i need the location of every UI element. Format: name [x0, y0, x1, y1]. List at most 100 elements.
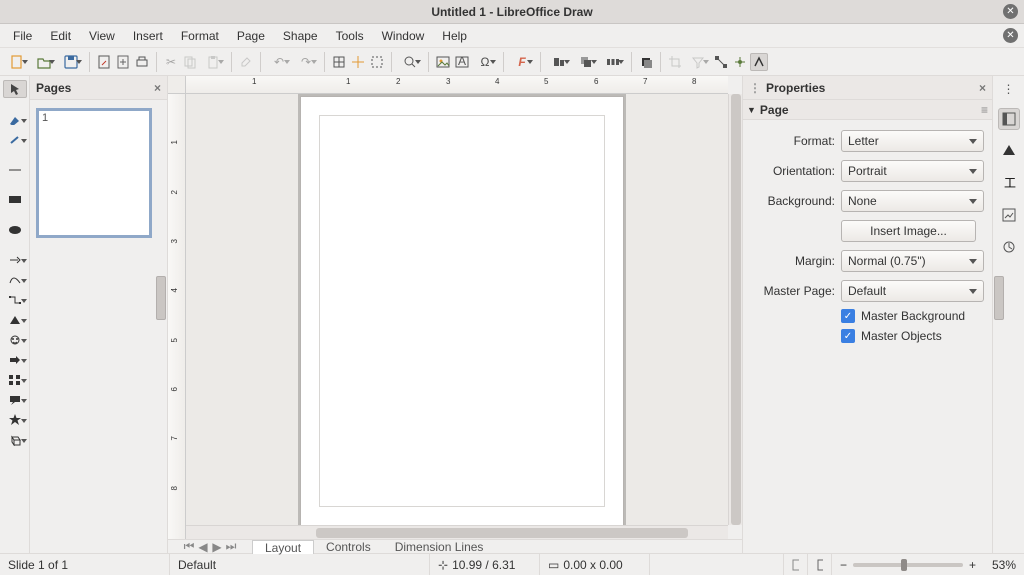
callouts-tool[interactable]	[3, 392, 27, 408]
grid-button[interactable]	[330, 53, 348, 71]
arrange-button[interactable]	[573, 53, 599, 71]
tab-nav-prev-icon[interactable]: ◀	[196, 540, 210, 554]
page-thumbnail-1[interactable]: 1	[36, 108, 152, 238]
tab-nav-first-icon[interactable]: ⏮	[182, 540, 196, 554]
document-close-icon[interactable]: ✕	[1003, 28, 1018, 43]
toggle-point-edit-button[interactable]	[712, 53, 730, 71]
page-canvas[interactable]	[300, 96, 624, 525]
tab-nav-next-icon[interactable]: ▶	[210, 540, 224, 554]
vertical-scrollbar[interactable]	[728, 94, 742, 525]
toggle-extrusion-button[interactable]	[750, 53, 768, 71]
zoom-value[interactable]: 53%	[982, 558, 1016, 572]
export-pdf-button[interactable]	[95, 53, 113, 71]
menu-help[interactable]: Help	[433, 26, 476, 46]
basic-shapes-tool[interactable]	[3, 312, 27, 328]
rail-properties-tab[interactable]	[998, 108, 1020, 130]
block-arrows-tool[interactable]	[3, 352, 27, 368]
status-cursor: ⊹ 10.99 / 6.31	[430, 554, 540, 575]
margin-dropdown[interactable]: Normal (0.75")	[841, 250, 984, 272]
sidebar-collapse-handle[interactable]	[994, 276, 1004, 320]
master-background-label: Master Background	[861, 309, 965, 323]
window-close-icon[interactable]: ✕	[1003, 4, 1018, 19]
menu-format[interactable]: Format	[172, 26, 228, 46]
insert-textbox-button[interactable]: A	[453, 53, 471, 71]
stars-tool[interactable]	[3, 412, 27, 428]
rectangle-tool[interactable]	[3, 192, 27, 208]
lines-arrows-tool[interactable]	[3, 252, 27, 268]
menu-file[interactable]: File	[4, 26, 41, 46]
drawing-toolbar	[0, 76, 30, 553]
horizontal-scrollbar[interactable]	[186, 525, 728, 539]
master-objects-checkbox[interactable]: ✓	[841, 329, 855, 343]
menu-insert[interactable]: Insert	[124, 26, 172, 46]
insert-fontwork-button[interactable]: F	[509, 53, 535, 71]
zoom-out-button[interactable]: −	[840, 558, 847, 572]
page-section-header[interactable]: ▼ Page ≡	[743, 100, 992, 120]
line-color-tool[interactable]	[3, 132, 27, 148]
pages-panel-close-icon[interactable]: ×	[154, 81, 161, 95]
insert-image-button-sidebar[interactable]: Insert Image...	[841, 220, 976, 242]
menu-tools[interactable]: Tools	[327, 26, 373, 46]
zoom-slider[interactable]	[853, 563, 963, 567]
properties-close-icon[interactable]: ×	[979, 81, 986, 95]
rail-styles-tab[interactable]	[998, 236, 1020, 258]
line-tool[interactable]	[3, 162, 27, 178]
page-margin	[319, 115, 605, 507]
master-page-dropdown[interactable]: Default	[841, 280, 984, 302]
tab-nav-last-icon[interactable]: ⏭	[224, 540, 238, 554]
master-background-checkbox[interactable]: ✓	[841, 309, 855, 323]
export-button[interactable]	[114, 53, 132, 71]
margin-label: Margin:	[743, 254, 835, 268]
connectors-tool[interactable]	[3, 292, 27, 308]
background-dropdown[interactable]: None	[841, 190, 984, 212]
symbol-shapes-tool[interactable]	[3, 332, 27, 348]
format-dropdown[interactable]: Letter	[841, 130, 984, 152]
sidebar-grip-icon[interactable]: ⋮	[749, 81, 761, 95]
menu-shape[interactable]: Shape	[274, 26, 327, 46]
new-button[interactable]	[4, 53, 30, 71]
sidebar-settings-icon[interactable]: ⋮	[998, 80, 1020, 98]
helplines-button[interactable]	[368, 53, 386, 71]
layer-tabbar: ⏮ ◀ ▶ ⏭ Layout Controls Dimension Lines	[168, 539, 742, 553]
rail-gallery-tab[interactable]: 工	[998, 172, 1020, 194]
flowchart-tool[interactable]	[3, 372, 27, 388]
distribute-button[interactable]	[600, 53, 626, 71]
menu-page[interactable]: Page	[228, 26, 274, 46]
zoom-in-button[interactable]: +	[969, 558, 976, 572]
save-button[interactable]	[58, 53, 84, 71]
orientation-dropdown[interactable]: Portrait	[841, 160, 984, 182]
ellipse-tool[interactable]	[3, 222, 27, 238]
menu-window[interactable]: Window	[373, 26, 434, 46]
open-button[interactable]	[31, 53, 57, 71]
status-signature-icon[interactable]	[784, 554, 808, 575]
shadow-button[interactable]	[637, 53, 655, 71]
curves-polygons-tool[interactable]	[3, 272, 27, 288]
insert-special-char-button[interactable]: Ω	[472, 53, 498, 71]
horizontal-ruler[interactable]: 1 1 2 3 4 5 6 7 8	[186, 76, 728, 94]
tab-controls[interactable]: Controls	[314, 540, 383, 554]
zoom-button[interactable]	[397, 53, 423, 71]
menu-view[interactable]: View	[80, 26, 124, 46]
paste-button[interactable]	[200, 53, 226, 71]
vertical-ruler[interactable]: 1 2 3 4 5 6 7 8	[168, 94, 186, 539]
drawing-area[interactable]: 1 1 2 3 4 5 6 7 8 1 2 3 4 5 6 7 8	[168, 76, 742, 553]
insert-image-button[interactable]	[434, 53, 452, 71]
select-tool[interactable]	[3, 80, 27, 98]
glue-points-button[interactable]	[731, 53, 749, 71]
window-title: Untitled 1 - LibreOffice Draw	[431, 5, 592, 19]
tab-layout[interactable]: Layout	[252, 540, 314, 554]
rail-navigator-tab[interactable]	[998, 204, 1020, 226]
fill-color-tool[interactable]	[3, 112, 27, 128]
menu-edit[interactable]: Edit	[41, 26, 80, 46]
section-collapse-icon[interactable]: ▼	[747, 105, 756, 115]
print-button[interactable]	[133, 53, 151, 71]
pages-panel-collapse-handle[interactable]	[156, 276, 166, 320]
align-objects-button[interactable]	[546, 53, 572, 71]
3d-objects-tool[interactable]	[3, 432, 27, 448]
rail-shapes-tab[interactable]	[998, 140, 1020, 162]
snap-guides-button[interactable]	[349, 53, 367, 71]
tab-dimension[interactable]: Dimension Lines	[383, 540, 496, 554]
status-fit-page-icon[interactable]	[808, 554, 832, 575]
section-menu-icon[interactable]: ≡	[981, 103, 988, 117]
orientation-label: Orientation:	[743, 164, 835, 178]
